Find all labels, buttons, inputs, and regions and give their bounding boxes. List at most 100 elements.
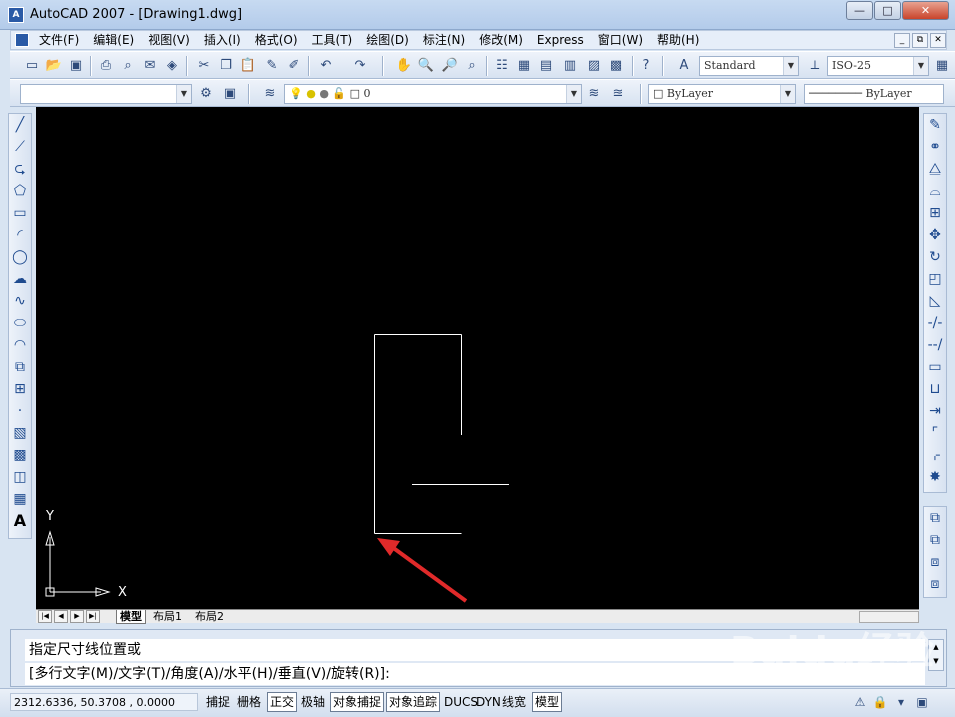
last-tab-button[interactable]: ▶| — [86, 610, 100, 623]
menu-item[interactable]: Express — [537, 32, 584, 49]
prev-tab-button[interactable]: ◀ — [54, 610, 68, 623]
color-select[interactable]: □ ByLayer ▼ — [648, 84, 796, 104]
spline-icon[interactable]: ∿ — [9, 290, 31, 312]
pan-icon[interactable]: ✋ — [394, 56, 414, 76]
copy-object-icon[interactable]: ⚭ — [924, 136, 946, 158]
workspace-settings-icon[interactable]: ⚙ — [196, 84, 216, 104]
construction-line-icon[interactable]: ⟋ — [9, 136, 31, 158]
join-icon[interactable]: ⇥ — [924, 400, 946, 422]
menu-item[interactable]: 格式(O) — [255, 32, 298, 49]
chevron-down-icon[interactable]: ▼ — [176, 85, 191, 103]
doc-close-button[interactable]: ✕ — [930, 33, 946, 48]
stretch-icon[interactable]: ◺ — [924, 290, 946, 312]
doc-minimize-button[interactable]: _ — [894, 33, 910, 48]
line-icon[interactable]: ╱ — [9, 114, 31, 136]
chevron-down-icon[interactable]: ▼ — [913, 57, 928, 75]
rectangle-icon[interactable]: ▭ — [9, 202, 31, 224]
scale-icon[interactable]: ◰ — [924, 268, 946, 290]
chevron-down-icon[interactable]: ▼ — [780, 85, 795, 103]
table-icon[interactable]: ▦ — [9, 488, 31, 510]
menu-item[interactable]: 插入(I) — [204, 32, 241, 49]
explode-icon[interactable]: ✸ — [924, 466, 946, 488]
tab-layout1[interactable]: 布局1 — [150, 610, 185, 624]
sheet-set-icon[interactable]: ▥ — [560, 56, 580, 76]
3d-dwf-icon[interactable]: ◈ — [162, 56, 182, 76]
bring-above-icon[interactable]: ⧈ — [924, 551, 946, 573]
menu-item[interactable]: 文件(F) — [39, 32, 79, 49]
zoom-previous-icon[interactable]: ⌕ — [462, 56, 482, 76]
doc-restore-button[interactable]: ⧉ — [912, 33, 928, 48]
table-style-icon[interactable]: ▦ — [932, 56, 952, 76]
trim-icon[interactable]: -/- — [924, 312, 946, 334]
arc-icon[interactable]: ◜ — [9, 224, 31, 246]
copy-icon[interactable]: ❐ — [216, 56, 236, 76]
new-file-icon[interactable]: ▭ — [22, 56, 42, 76]
plot-preview-icon[interactable]: ⌕ — [118, 56, 138, 76]
extend-icon[interactable]: --/ — [924, 334, 946, 356]
menu-item[interactable]: 工具(T) — [312, 32, 353, 49]
drawing-canvas[interactable]: Y X — [36, 107, 919, 609]
markup-icon[interactable]: ▨ — [584, 56, 604, 76]
match-properties-icon[interactable]: ✎ — [262, 56, 282, 76]
status-toggle-button[interactable]: 正交 — [267, 692, 298, 712]
status-menu-arrow-icon[interactable]: ▾ — [893, 694, 909, 710]
next-tab-button[interactable]: ▶ — [70, 610, 84, 623]
hatch-icon[interactable]: ▧ — [9, 422, 31, 444]
status-toggle-button[interactable]: 对象捕捉 — [330, 692, 385, 712]
status-toggle-button[interactable]: 对象追踪 — [386, 692, 441, 712]
fillet-icon[interactable]: ⌌ — [924, 444, 946, 466]
region-icon[interactable]: ◫ — [9, 466, 31, 488]
cut-icon[interactable]: ✂ — [194, 56, 214, 76]
mirror-icon[interactable]: ⧋ — [924, 158, 946, 180]
menu-item[interactable]: 绘图(D) — [366, 32, 409, 49]
break-at-point-icon[interactable]: ▭ — [924, 356, 946, 378]
clean-screen-icon[interactable]: ▣ — [914, 694, 930, 710]
first-tab-button[interactable]: |◀ — [38, 610, 52, 623]
bring-to-front-icon[interactable]: ⧉ — [924, 507, 946, 529]
menu-item[interactable]: 编辑(E) — [93, 32, 134, 49]
status-toggle-button[interactable]: 栅格 — [234, 692, 264, 712]
zoom-realtime-icon[interactable]: 🔍 — [416, 56, 436, 76]
open-file-icon[interactable]: 📂 — [44, 56, 64, 76]
revision-cloud-icon[interactable]: ☁ — [9, 268, 31, 290]
chevron-down-icon[interactable]: ▼ — [783, 57, 798, 75]
text-style-icon[interactable]: A — [674, 56, 694, 76]
menu-item[interactable]: 窗口(W) — [598, 32, 643, 49]
make-block-icon[interactable]: ⊞ — [9, 378, 31, 400]
save-icon[interactable]: ▣ — [66, 56, 86, 76]
dim-style-icon[interactable]: ⟂ — [805, 56, 825, 76]
undo-icon[interactable]: ↶ — [316, 56, 336, 76]
properties-icon[interactable]: ☷ — [492, 56, 512, 76]
document-icon[interactable] — [15, 33, 29, 47]
maximize-button[interactable]: □ — [874, 1, 901, 20]
communication-center-icon[interactable]: ⚠ — [852, 694, 868, 710]
status-toggle-button[interactable]: 线宽 — [499, 692, 529, 712]
status-toggle-button[interactable]: 模型 — [532, 692, 563, 712]
make-object-layer-current-icon[interactable]: ≋ — [584, 84, 604, 104]
polygon-icon[interactable]: ⬠ — [9, 180, 31, 202]
paste-icon[interactable]: 📋 — [238, 56, 258, 76]
menu-item[interactable]: 帮助(H) — [657, 32, 699, 49]
minimize-button[interactable]: — — [846, 1, 873, 20]
status-toggle-button[interactable]: 捕捉 — [203, 692, 233, 712]
tab-model[interactable]: 模型 — [116, 610, 146, 624]
ellipse-arc-icon[interactable]: ◠ — [9, 334, 31, 356]
redo-icon[interactable]: ↷ — [350, 56, 370, 76]
tool-palettes-icon[interactable]: ▤ — [536, 56, 556, 76]
help-icon[interactable]: ? — [636, 56, 656, 76]
insert-block-icon[interactable]: ⧉ — [9, 356, 31, 378]
block-editor-icon[interactable]: ✐ — [284, 56, 304, 76]
offset-icon[interactable]: ⌓ — [924, 180, 946, 202]
send-to-back-icon[interactable]: ⧉ — [924, 529, 946, 551]
layer-previous-icon[interactable]: ≊ — [608, 84, 628, 104]
publish-icon[interactable]: ✉ — [140, 56, 160, 76]
menu-item[interactable]: 标注(N) — [423, 32, 465, 49]
calculator-icon[interactable]: ▩ — [606, 56, 626, 76]
ellipse-icon[interactable]: ⬭ — [9, 312, 31, 334]
erase-icon[interactable]: ✎ — [924, 114, 946, 136]
gradient-icon[interactable]: ▩ — [9, 444, 31, 466]
status-toggle-button[interactable]: 极轴 — [298, 692, 328, 712]
linetype-select[interactable]: ──────── ByLayer — [804, 84, 944, 104]
text-style-select[interactable]: Standard ▼ — [699, 56, 799, 76]
point-icon[interactable]: · — [9, 400, 31, 422]
